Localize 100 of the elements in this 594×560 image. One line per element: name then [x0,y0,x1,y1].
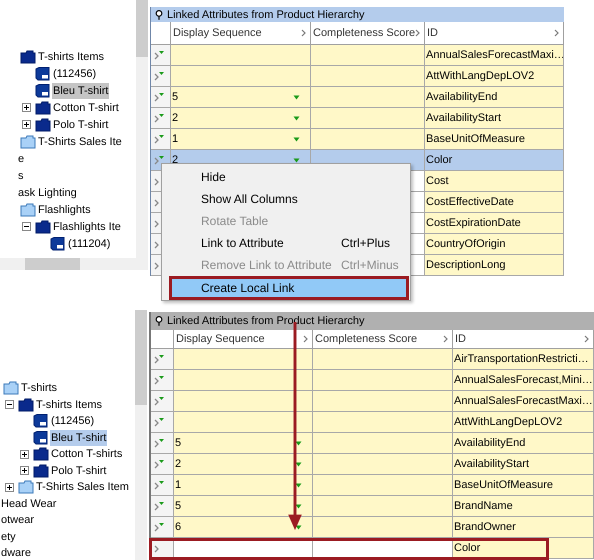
pin-icon[interactable] [155,315,163,327]
chevron-icon[interactable] [584,335,590,343]
sequence-cell[interactable]: 5 [174,496,313,517]
row-header[interactable] [151,129,171,150]
column-header[interactable]: ID [453,330,594,349]
column-header[interactable]: Completeness Score [313,330,453,349]
folder-icon [3,381,19,396]
tree-item[interactable]: T-Shirts Sales Item [35,479,130,496]
table-cell: AttWithLangDepLOV2 [453,412,594,433]
sequence-cell[interactable]: 5 [174,433,313,454]
chevron-icon[interactable] [301,29,307,37]
row-header[interactable] [151,517,174,538]
menu-item[interactable]: Show All Columns [162,188,410,210]
row-header[interactable] [151,108,171,129]
row-header[interactable] [151,349,174,370]
tree-item[interactable]: ask Lighting [17,184,78,200]
scrollbar[interactable] [136,0,148,258]
sequence-cell[interactable]: 6 [174,517,313,538]
table-cell[interactable] [174,412,313,433]
expand-icon[interactable] [20,450,29,459]
column-header[interactable]: ID [425,22,564,45]
caret-icon[interactable] [295,440,302,446]
sequence-cell[interactable]: 1 [174,475,313,496]
column-header[interactable]: Display Sequence [171,22,311,45]
row-header[interactable] [151,433,174,454]
tree-item[interactable]: Flashlights [37,202,92,218]
expand-icon[interactable] [22,120,31,129]
row-header[interactable] [151,391,174,412]
table-cell[interactable] [174,349,313,370]
column-header[interactable]: Display Sequence [174,330,313,349]
tree-item[interactable]: e [17,150,26,166]
row-header[interactable] [151,475,174,496]
tree-item[interactable]: Head Wear [0,496,58,512]
tree-item[interactable]: s [17,168,24,184]
tree-item[interactable]: Polo T-shirt [50,462,108,479]
scrollbar[interactable] [135,310,147,560]
tree-item[interactable]: T-shirts Items [35,396,104,413]
tree-item[interactable]: Bleu T-shirt [50,430,108,446]
tree-item[interactable]: T-shirts [20,380,58,396]
sequence-cell[interactable]: 2 [171,108,311,129]
table-cell[interactable] [171,66,311,87]
caret-icon[interactable] [295,524,302,530]
row-header[interactable] [151,496,174,517]
chevron-icon[interactable] [415,29,422,37]
caret-icon[interactable] [295,462,302,466]
folder-icon [18,398,34,412]
table-cell[interactable] [174,370,313,391]
tree-item[interactable]: Cotton T-shirt [52,100,120,116]
row-header[interactable] [151,454,174,475]
tree-item[interactable]: Cotton T-shirts [50,446,124,462]
product-icon [35,84,51,98]
tree-item[interactable]: T-Shirts Sales Ite [37,134,123,150]
tree-item[interactable]: (112456) [52,66,98,82]
tree-item[interactable]: (112456) [50,413,96,430]
sequence-cell[interactable]: 2 [174,454,313,475]
collapse-icon[interactable] [22,222,31,231]
row-header[interactable] [151,66,171,87]
tree-item[interactable]: ety [0,528,17,545]
caret-icon[interactable] [293,136,300,142]
row-header[interactable] [151,87,171,108]
tree-item[interactable]: dware [0,545,32,560]
caret-icon[interactable] [295,504,302,508]
pin-icon[interactable] [155,8,163,20]
sequence-cell[interactable]: 1 [171,129,311,150]
tree-item[interactable]: otwear [0,512,36,528]
tree-item[interactable]: Flashlights Ite [52,218,122,234]
tree-item[interactable]: (111204) [67,236,112,252]
tree-item[interactable]: Bleu T-shirt [52,82,110,98]
folder-icon [35,220,51,234]
expand-icon[interactable] [5,482,14,492]
chevron-icon[interactable] [443,335,449,343]
caret-icon[interactable] [293,116,300,120]
table-cell: Cost [425,171,564,192]
caret-icon[interactable] [295,482,302,488]
tree-item[interactable]: Polo T-shirt [52,116,110,132]
table-cell[interactable] [171,45,311,66]
table-cell: BaseUnitOfMeasure [453,475,594,496]
expand-icon[interactable] [20,466,29,476]
table-cell: Color [425,150,564,171]
row-header[interactable] [151,412,174,433]
table-cell: AnnualSalesForecastMaxi… [425,45,564,66]
chevron-icon[interactable] [303,335,309,343]
tree-item[interactable]: T-shirts Items [37,48,106,64]
table-title: Linked Attributes from Product Hierarchy [167,8,364,20]
menu-item[interactable]: Link to Attribute Ctrl+Plus [162,232,410,254]
table-cell: CostEffectiveDate [425,192,564,213]
chevron-icon[interactable] [554,29,560,37]
expand-icon[interactable] [22,103,31,112]
menu-item[interactable]: Create Local Link [169,276,409,300]
scrollbar[interactable] [0,258,148,270]
row-header[interactable] [151,370,174,391]
column-header[interactable]: Completeness Score [311,22,425,45]
collapse-icon[interactable] [5,400,14,410]
table-cell: BrandOwner [453,517,594,538]
caret-icon[interactable] [293,94,300,100]
folder-icon [35,118,51,132]
table-cell: AirTransportationRestricti… [453,349,594,370]
row-header[interactable] [151,45,171,66]
table-cell[interactable] [174,391,313,412]
sequence-cell[interactable]: 5 [171,87,311,108]
